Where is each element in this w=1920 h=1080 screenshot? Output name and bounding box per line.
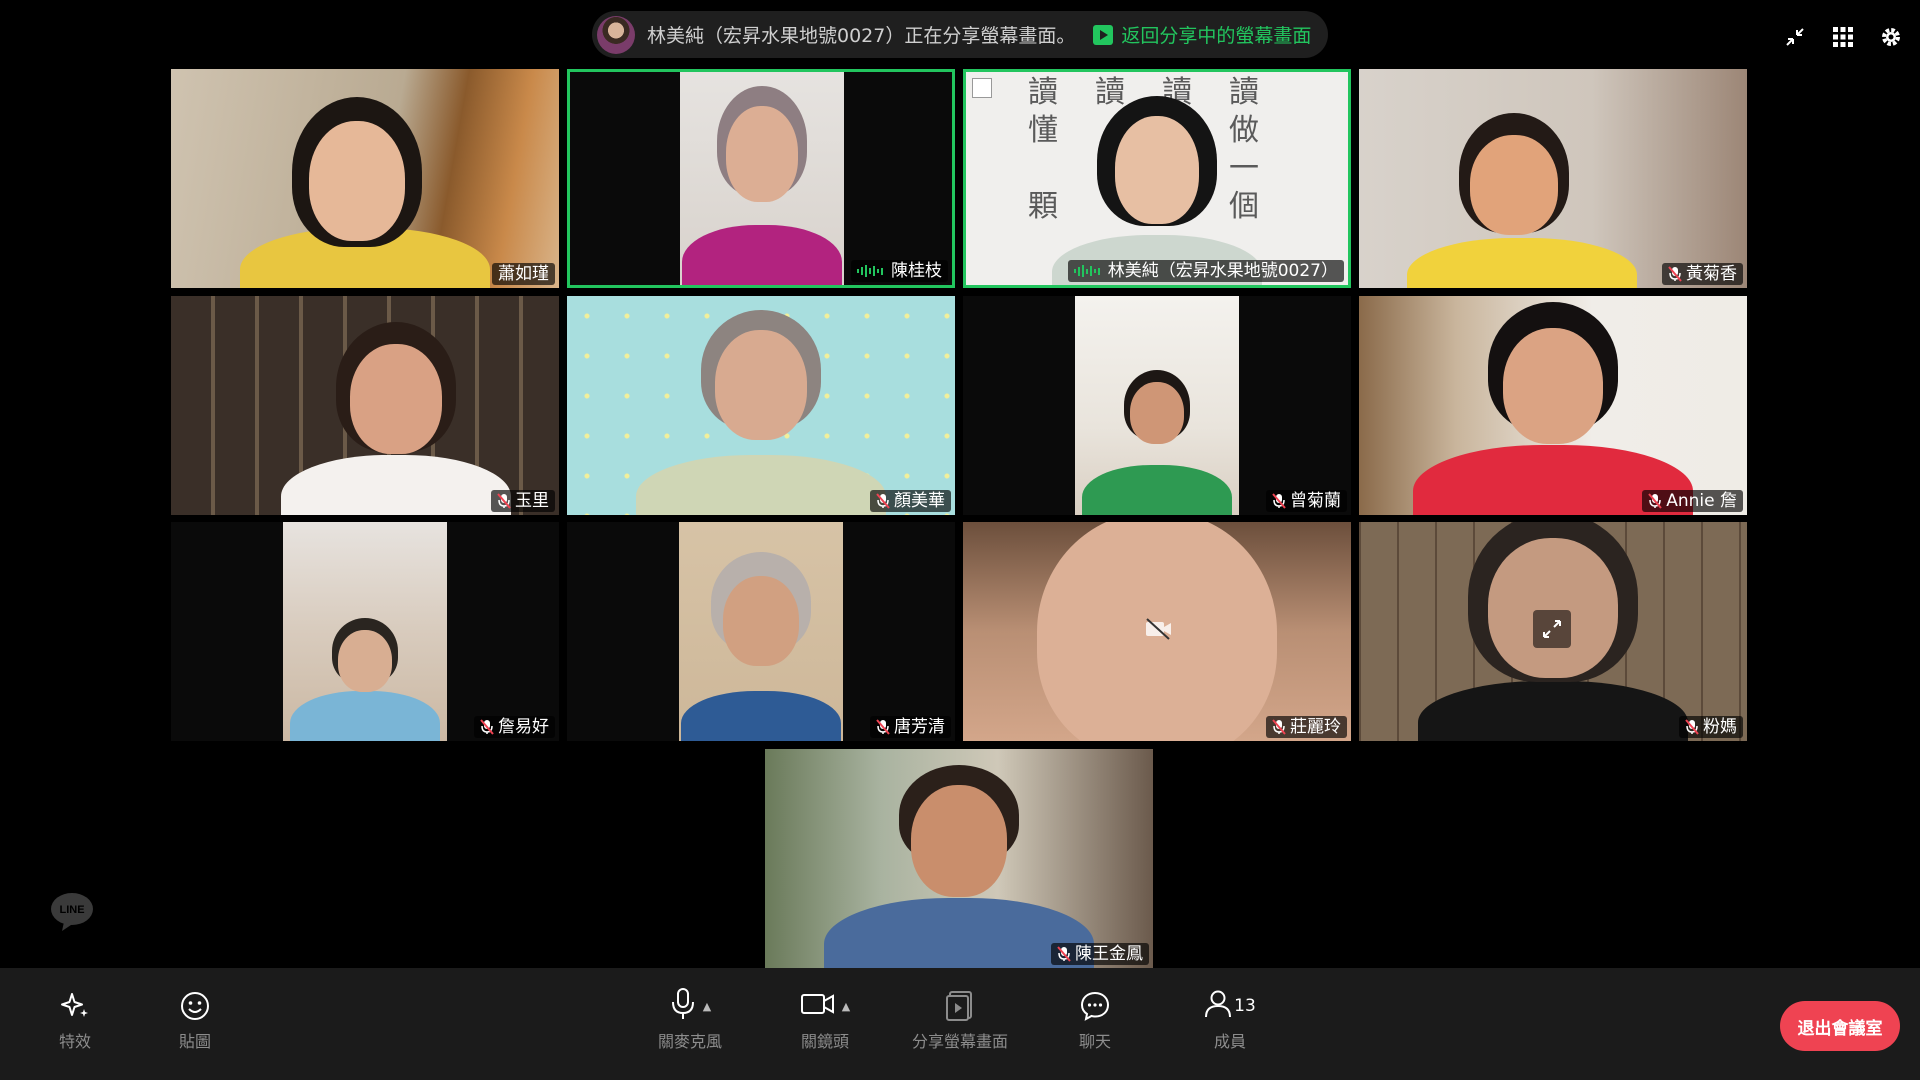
participant-tile[interactable]: 唐芳清 xyxy=(567,522,955,741)
participant-tile[interactable]: Annie 詹 xyxy=(1359,296,1747,515)
muted-mic-icon xyxy=(1685,719,1699,735)
chat-bubble-icon xyxy=(1079,986,1111,1026)
members-button[interactable]: 13 成員 xyxy=(1175,986,1285,1052)
video-feed xyxy=(679,522,843,741)
screen-share-icon xyxy=(1093,24,1114,45)
video-feed xyxy=(567,296,955,515)
pin-icon[interactable] xyxy=(972,78,992,98)
participant-name-tag: 詹易好 xyxy=(474,716,555,738)
video-feed xyxy=(1359,296,1747,515)
muted-mic-icon xyxy=(1272,493,1286,509)
participant-tile[interactable]: 陳王金鳳 xyxy=(765,749,1153,968)
chat-button[interactable]: 聊天 xyxy=(1040,986,1150,1052)
muted-mic-icon xyxy=(480,719,494,735)
participant-tile[interactable]: 詹易好 xyxy=(171,522,559,741)
participant-tile-sharing[interactable]: 讀讀讀讀 懂明做 一 顆點個 林美純（宏昇水果地號0027） xyxy=(963,69,1351,288)
microphone-icon xyxy=(669,987,697,1025)
muted-mic-icon xyxy=(497,493,511,509)
participant-name-tag: 黃菊香 xyxy=(1662,263,1743,285)
participant-tile-speaking[interactable]: 陳桂枝 xyxy=(567,69,955,288)
top-right-controls xyxy=(1782,24,1904,50)
participant-tile-camera-off[interactable]: 莊麗玲 xyxy=(963,522,1351,741)
participant-tile[interactable]: 蕭如瑾 xyxy=(171,69,559,288)
video-feed xyxy=(1359,69,1747,288)
presenter-avatar xyxy=(597,15,635,54)
participant-tile[interactable]: 曾菊蘭 xyxy=(963,296,1351,515)
participant-name-tag: 陳王金鳳 xyxy=(1051,943,1149,965)
exit-fullscreen-icon[interactable] xyxy=(1782,24,1808,50)
smiley-icon xyxy=(179,986,211,1026)
mic-toggle-button[interactable]: ▲ 關麥克風 xyxy=(635,986,745,1052)
participant-tile[interactable]: 顏美華 xyxy=(567,296,955,515)
member-count: 13 xyxy=(1234,996,1256,1016)
sparkle-icon xyxy=(59,986,91,1026)
participant-name-tag: 玉里 xyxy=(491,490,555,512)
video-feed: 讀讀讀讀 懂明做 一 顆點個 xyxy=(966,72,1348,285)
participant-name-tag: 粉媽 xyxy=(1679,716,1743,738)
participant-name-tag: 曾菊蘭 xyxy=(1266,490,1347,512)
video-feed xyxy=(171,296,559,515)
grid-layout-icon[interactable] xyxy=(1830,24,1856,50)
muted-mic-icon xyxy=(876,493,890,509)
effects-button[interactable]: 特效 xyxy=(20,986,130,1052)
bottom-toolbar: 特效 貼圖 ▲ 關麥克風 ▲ 關鏡頭 分享螢幕畫面 聊天 13 成員 退出會議室 xyxy=(0,968,1920,1080)
presenter-message: 林美純（宏昇水果地號0027）正在分享螢幕畫面。 xyxy=(647,25,1076,47)
svg-text:LINE: LINE xyxy=(59,904,84,916)
video-feed xyxy=(283,522,447,741)
participant-tile[interactable]: 玉里 xyxy=(171,296,559,515)
participant-name-tag: 蕭如瑾 xyxy=(492,263,555,285)
stickers-button[interactable]: 貼圖 xyxy=(140,986,250,1052)
chevron-up-icon[interactable]: ▲ xyxy=(842,1000,850,1013)
expand-icon[interactable] xyxy=(1533,610,1571,648)
person-icon xyxy=(1204,989,1232,1023)
participant-name-tag: 唐芳清 xyxy=(870,716,951,738)
muted-mic-icon xyxy=(1648,493,1662,509)
participant-name-tag: 陳桂枝 xyxy=(851,260,948,282)
share-screen-button[interactable]: 分享螢幕畫面 xyxy=(905,986,1015,1052)
return-to-share-link[interactable]: 返回分享中的螢幕畫面 xyxy=(1093,21,1311,48)
participant-name-tag: 林美純（宏昇水果地號0027） xyxy=(1067,260,1344,282)
leave-meeting-button[interactable]: 退出會議室 xyxy=(1780,1001,1900,1051)
muted-mic-icon xyxy=(876,719,890,735)
screen-share-banner: 林美純（宏昇水果地號0027）正在分享螢幕畫面。 返回分享中的螢幕畫面 xyxy=(592,11,1328,58)
muted-mic-icon xyxy=(1668,266,1682,282)
return-label: 返回分享中的螢幕畫面 xyxy=(1121,25,1312,47)
participant-tile[interactable]: 黃菊香 xyxy=(1359,69,1747,288)
video-feed xyxy=(765,749,1153,968)
muted-mic-icon xyxy=(1057,946,1071,962)
camera-toggle-button[interactable]: ▲ 關鏡頭 xyxy=(770,986,880,1052)
video-feed xyxy=(171,69,559,288)
video-camera-icon xyxy=(800,991,836,1021)
participant-name-tag: 顏美華 xyxy=(870,490,951,512)
video-feed xyxy=(1075,296,1239,515)
speaking-indicator-icon xyxy=(1073,264,1100,278)
line-logo-icon: LINE xyxy=(50,892,94,932)
share-screen-icon xyxy=(945,986,975,1026)
video-feed xyxy=(680,72,844,285)
camera-off-icon xyxy=(1145,618,1173,644)
muted-mic-icon xyxy=(1272,719,1286,735)
participant-name-tag: 莊麗玲 xyxy=(1266,716,1347,738)
participant-name-tag: Annie 詹 xyxy=(1642,490,1743,512)
chevron-up-icon[interactable]: ▲ xyxy=(703,1000,711,1013)
speaking-indicator-icon xyxy=(857,264,883,278)
settings-icon[interactable] xyxy=(1878,24,1904,50)
participant-tile[interactable]: 粉媽 xyxy=(1359,522,1747,741)
